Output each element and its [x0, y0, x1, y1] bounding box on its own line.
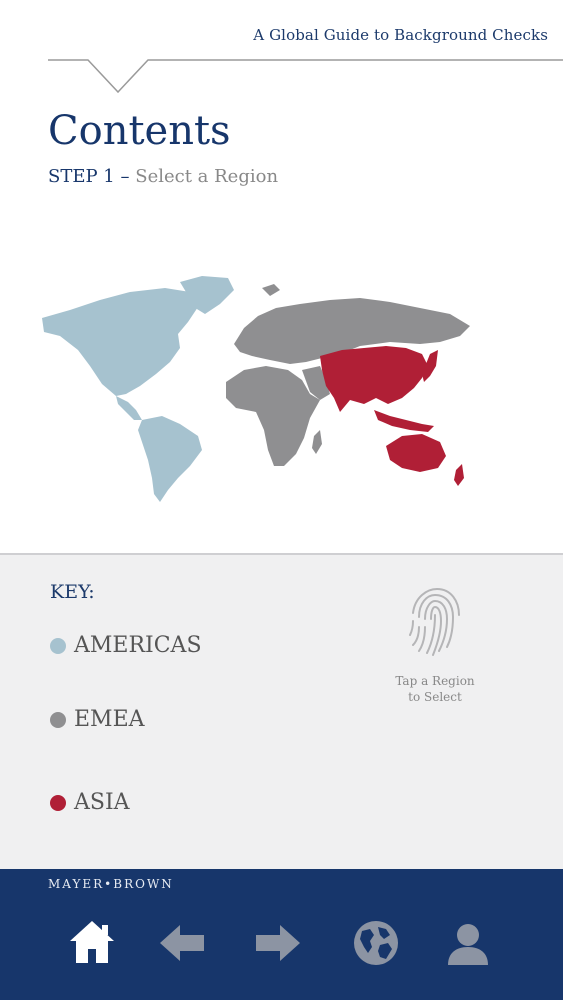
profile-button[interactable] — [442, 917, 494, 969]
step-text: Select a Region — [135, 166, 279, 187]
key-dot-emea — [50, 711, 66, 728]
key-panel: KEY: AMERICAS EMEA ASIA Tap a Region to … — [0, 553, 563, 869]
home-button[interactable] — [66, 917, 118, 969]
tap-hint-text: Tap a Region to Select — [370, 673, 500, 705]
key-item-emea[interactable]: EMEA — [50, 707, 145, 732]
fingerprint-icon — [409, 587, 460, 656]
step-dash: – — [120, 166, 130, 187]
forward-arrow-icon — [256, 925, 300, 961]
key-label-americas: AMERICAS — [74, 633, 202, 658]
globe-button[interactable] — [350, 917, 402, 969]
home-icon — [70, 921, 114, 963]
header-title: A Global Guide to Background Checks — [253, 26, 548, 44]
key-label-asia: ASIA — [74, 790, 130, 815]
tap-hint-line-1: Tap a Region — [395, 674, 475, 688]
tap-hint-line-2: to Select — [408, 690, 462, 704]
world-map — [30, 270, 500, 510]
globe-icon — [354, 921, 398, 965]
key-item-americas[interactable]: AMERICAS — [50, 633, 202, 658]
map-region-asia[interactable] — [320, 346, 464, 486]
key-title: KEY: — [50, 581, 95, 603]
key-label-emea: EMEA — [74, 707, 145, 732]
key-item-asia[interactable]: ASIA — [50, 790, 130, 815]
step-label: STEP 1 — [48, 166, 115, 187]
key-dot-asia — [50, 794, 66, 811]
forward-button[interactable] — [252, 917, 304, 969]
profile-icon — [448, 924, 488, 965]
map-region-americas[interactable] — [42, 276, 234, 502]
tap-hint: Tap a Region to Select — [370, 585, 500, 705]
back-arrow-icon — [160, 925, 204, 961]
key-dot-americas — [50, 637, 66, 654]
footer-nav-bar: MAYER•BROWN — [0, 869, 563, 1000]
back-button[interactable] — [156, 917, 208, 969]
brand-logo: MAYER•BROWN — [48, 877, 174, 891]
page-title: Contents — [48, 108, 231, 154]
step-instruction: STEP 1 – Select a Region — [48, 166, 278, 187]
header-divider — [48, 59, 563, 94]
